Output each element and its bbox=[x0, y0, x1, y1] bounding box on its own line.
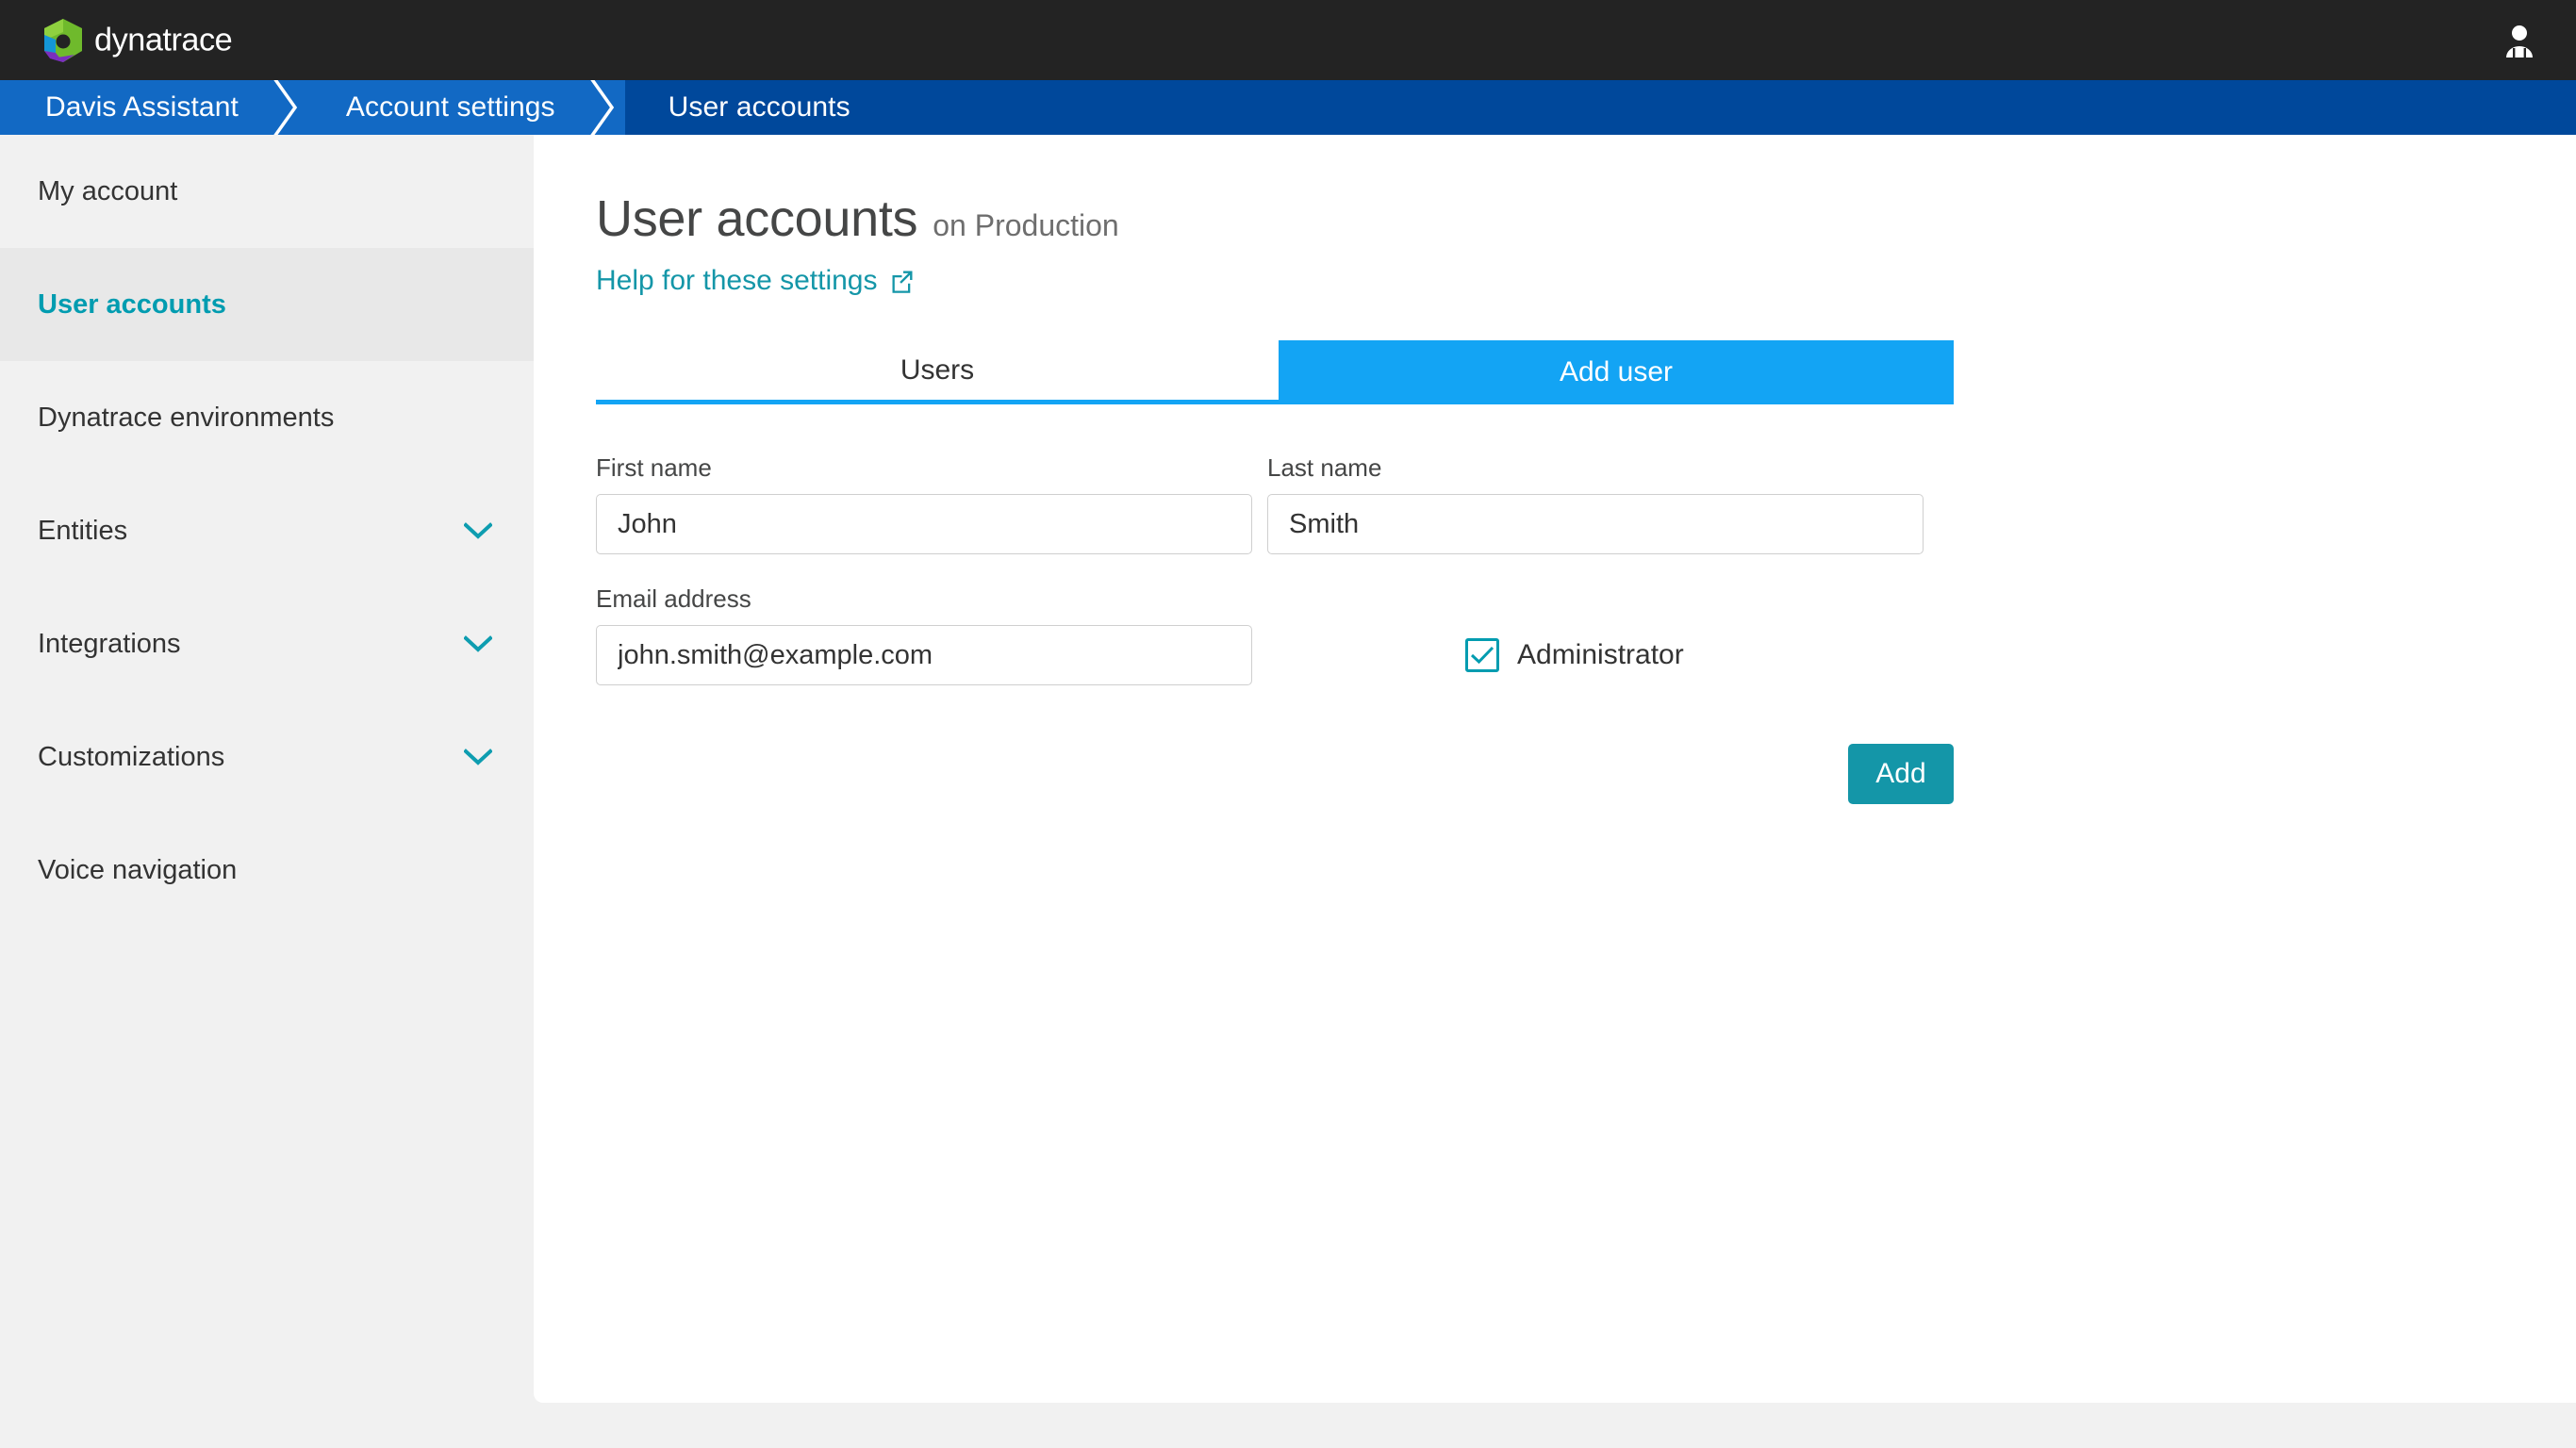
tab-users[interactable]: Users bbox=[596, 340, 1279, 404]
last-name-input[interactable] bbox=[1267, 494, 1924, 554]
email-input[interactable] bbox=[596, 625, 1252, 685]
main-content-card: User accounts on Production Help for the… bbox=[534, 135, 2576, 1403]
sidebar-item-label: Integrations bbox=[38, 628, 181, 659]
sidebar-item-customizations[interactable]: Customizations bbox=[0, 700, 534, 814]
external-link-icon bbox=[892, 271, 912, 293]
email-row: Email address Administrator bbox=[596, 584, 2576, 685]
svg-text:dynatrace: dynatrace bbox=[94, 22, 232, 58]
last-name-field: Last name bbox=[1267, 453, 1924, 554]
user-avatar-button[interactable] bbox=[2495, 16, 2544, 65]
name-row: First name Last name bbox=[596, 453, 2576, 554]
tab-label: Users bbox=[900, 354, 975, 386]
chevron-right-icon bbox=[267, 80, 308, 135]
sidebar-item-voice-navigation[interactable]: Voice navigation bbox=[0, 814, 534, 927]
help-for-these-settings-link[interactable]: Help for these settings bbox=[596, 265, 915, 297]
tab-bar: Users Add user bbox=[596, 340, 1954, 404]
sidebar-item-label: Voice navigation bbox=[38, 854, 238, 885]
email-field: Email address bbox=[596, 584, 1252, 685]
sidebar-nav: My account User accounts Dynatrace envir… bbox=[0, 135, 534, 1448]
sidebar-item-dynatrace-environments[interactable]: Dynatrace environments bbox=[0, 361, 534, 474]
sidebar-item-label: User accounts bbox=[38, 288, 226, 320]
breadcrumb-label: User accounts bbox=[668, 91, 850, 123]
dynatrace-logo[interactable]: dynatrace bbox=[41, 17, 283, 64]
sidebar-item-label: Dynatrace environments bbox=[38, 402, 335, 433]
tab-label: Add user bbox=[1559, 356, 1674, 387]
sidebar-item-label: Entities bbox=[38, 515, 128, 546]
first-name-label: First name bbox=[596, 453, 712, 482]
sidebar-item-label: Customizations bbox=[38, 741, 225, 772]
dynatrace-hexagon-icon bbox=[44, 18, 82, 62]
chevron-down-icon[interactable] bbox=[462, 741, 494, 773]
checkbox-box[interactable] bbox=[1465, 638, 1499, 672]
sidebar-item-label: My account bbox=[38, 175, 178, 206]
add-user-form: First name Last name Email address bbox=[596, 453, 2576, 804]
breadcrumb-item-account-settings[interactable]: Account settings bbox=[307, 80, 584, 135]
checkmark-icon bbox=[1470, 646, 1494, 665]
add-button[interactable]: Add bbox=[1848, 744, 1954, 804]
email-label: Email address bbox=[596, 584, 751, 613]
breadcrumb-label: Account settings bbox=[345, 91, 555, 123]
administrator-checkbox[interactable]: Administrator bbox=[1465, 625, 1684, 685]
submit-row: Add bbox=[596, 744, 1954, 804]
app-header: dynatrace bbox=[0, 0, 2576, 80]
administrator-label: Administrator bbox=[1517, 639, 1684, 670]
first-name-input[interactable] bbox=[596, 494, 1252, 554]
tab-add-user[interactable]: Add user bbox=[1279, 340, 1954, 404]
page-title-text: User accounts bbox=[596, 190, 918, 247]
sidebar-item-integrations[interactable]: Integrations bbox=[0, 587, 534, 700]
user-icon bbox=[2506, 25, 2533, 58]
first-name-field: First name bbox=[596, 453, 1252, 554]
dynatrace-wordmark: dynatrace bbox=[94, 22, 233, 58]
sidebar-item-my-account[interactable]: My account bbox=[0, 135, 534, 248]
chevron-down-icon[interactable] bbox=[462, 628, 494, 660]
chevron-down-icon[interactable] bbox=[462, 515, 494, 547]
help-link-label: Help for these settings bbox=[596, 265, 878, 296]
chevron-right-icon bbox=[584, 80, 625, 135]
breadcrumb-label: Davis Assistant bbox=[45, 91, 239, 123]
page-title-environment: on Production bbox=[933, 208, 1119, 242]
last-name-label: Last name bbox=[1267, 453, 1382, 482]
breadcrumb: Davis Assistant Account settings User ac… bbox=[0, 80, 2576, 135]
breadcrumb-item-user-accounts[interactable]: User accounts bbox=[624, 80, 2576, 135]
page-title: User accounts on Production bbox=[596, 189, 2576, 248]
sidebar-item-entities[interactable]: Entities bbox=[0, 474, 534, 587]
breadcrumb-item-davis-assistant[interactable]: Davis Assistant bbox=[0, 80, 267, 135]
sidebar-item-user-accounts[interactable]: User accounts bbox=[0, 248, 534, 361]
